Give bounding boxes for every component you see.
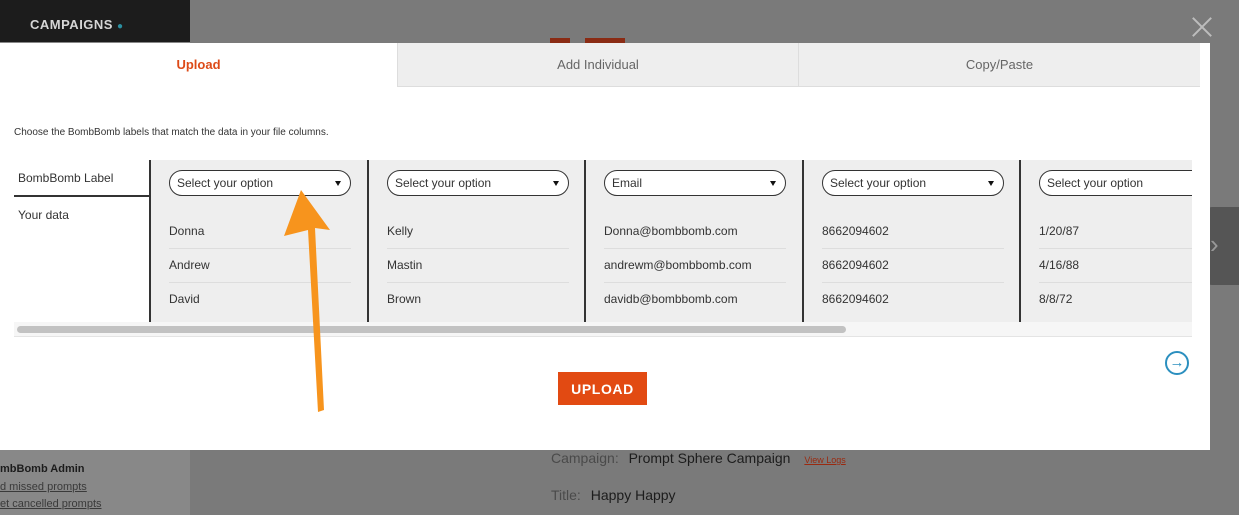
- caret-down-icon: [553, 181, 559, 186]
- caret-down-icon: [988, 181, 994, 186]
- label-select[interactable]: Select your option: [822, 170, 1004, 196]
- data-cell: davidb@bombbomb.com: [604, 292, 738, 306]
- sidebar-heading: CAMPAIGNS ●: [30, 17, 124, 32]
- campaign-key: Campaign:: [551, 450, 619, 466]
- missed-prompts-link[interactable]: d missed prompts: [0, 481, 87, 493]
- caret-down-icon: [335, 181, 341, 186]
- data-cell: Kelly: [387, 214, 569, 249]
- label-select[interactable]: Select your option: [1039, 170, 1192, 196]
- select-value: Select your option: [177, 176, 274, 190]
- select-value: Select your option: [830, 176, 927, 190]
- upload-modal: Upload Add Individual Copy/Paste Choose …: [0, 43, 1210, 450]
- your-data-heading: Your data: [18, 208, 69, 222]
- select-value: Select your option: [395, 176, 492, 190]
- upload-button[interactable]: UPLOAD: [558, 372, 647, 405]
- tab-copy-paste[interactable]: Copy/Paste: [798, 43, 1200, 87]
- admin-heading: mbBomb Admin: [0, 463, 85, 475]
- instruction-text: Choose the BombBomb labels that match th…: [14, 127, 329, 138]
- campaign-row: Campaign: Prompt Sphere Campaign View Lo…: [551, 450, 846, 466]
- cancelled-prompts-link[interactable]: et cancelled prompts: [0, 498, 102, 510]
- chevron-right-icon: ›: [1210, 229, 1219, 259]
- data-cell: 1/20/87: [1039, 214, 1192, 249]
- data-cell: 8/8/72: [1039, 292, 1073, 306]
- title-row: Title: Happy Happy: [551, 487, 676, 503]
- view-logs-link[interactable]: View Logs: [804, 455, 845, 465]
- orange-arrow-icon: [284, 190, 330, 412]
- select-value: Select your option: [1047, 176, 1144, 190]
- arrow-right-circle-icon[interactable]: →: [1165, 351, 1189, 375]
- data-cell: 8662094602: [822, 214, 1004, 249]
- title-value: Happy Happy: [590, 487, 676, 503]
- data-cell: 8662094602: [822, 292, 889, 306]
- label-select[interactable]: Select your option: [387, 170, 569, 196]
- data-cell: andrewm@bombbomb.com: [604, 248, 786, 283]
- dot-icon: ●: [116, 21, 124, 32]
- label-select[interactable]: Email: [604, 170, 786, 196]
- data-cell: 4/16/88: [1039, 248, 1192, 283]
- sidebar-heading-text: CAMPAIGNS: [30, 17, 113, 32]
- select-value: Email: [612, 176, 643, 190]
- row-labels: BombBomb Label Your data: [14, 160, 149, 322]
- mapping-column: Select your option 8662094602 8662094602…: [802, 160, 1019, 322]
- mapping-column: Email Donna@bombbomb.com andrewm@bombbom…: [584, 160, 801, 322]
- divider: [14, 195, 149, 197]
- data-cell: Brown: [387, 292, 422, 306]
- tab-add-individual[interactable]: Add Individual: [397, 43, 798, 87]
- horizontal-scrollbar[interactable]: [14, 322, 1192, 337]
- next-slide-tab[interactable]: ›: [1206, 207, 1239, 285]
- bombbomb-label-heading: BombBomb Label: [18, 171, 114, 185]
- data-cell: Mastin: [387, 248, 569, 283]
- data-cell: Donna@bombbomb.com: [604, 214, 786, 249]
- modal-tabs: Upload Add Individual Copy/Paste: [0, 43, 1200, 87]
- close-icon[interactable]: [1191, 16, 1213, 38]
- mapping-column: Select your option 1/20/87 4/16/88 8/8/7…: [1019, 160, 1192, 322]
- tab-upload[interactable]: Upload: [0, 43, 397, 87]
- campaign-value: Prompt Sphere Campaign: [628, 450, 791, 466]
- mapping-column: Select your option Kelly Mastin Brown: [367, 160, 584, 322]
- scrollbar-thumb[interactable]: [17, 326, 846, 333]
- caret-down-icon: [770, 181, 776, 186]
- title-key: Title:: [551, 487, 581, 503]
- data-cell: 8662094602: [822, 248, 1004, 283]
